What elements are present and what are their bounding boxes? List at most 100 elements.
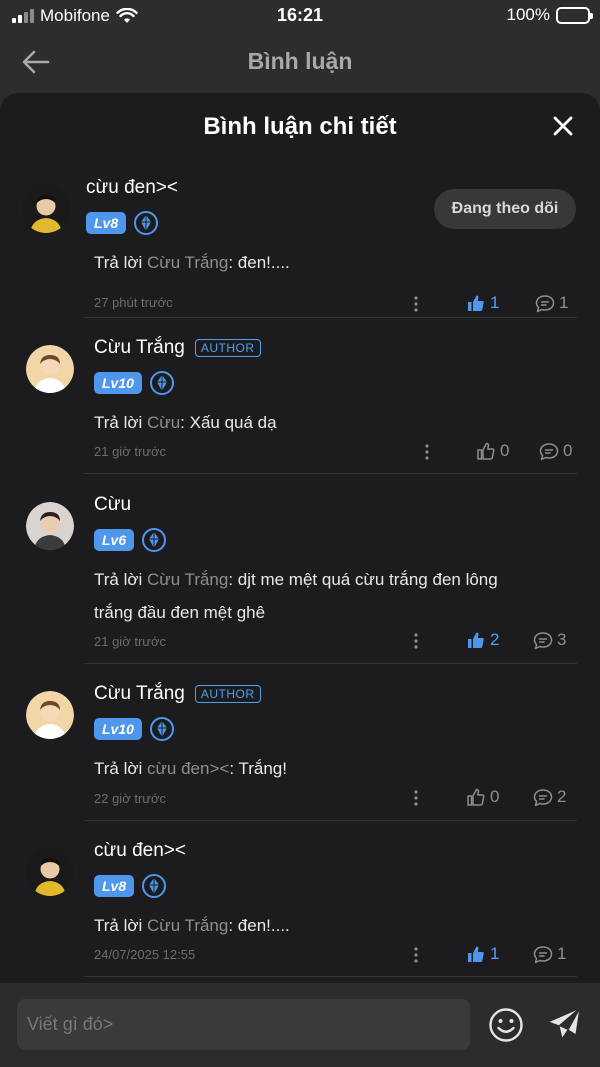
gem-icon: [142, 874, 167, 898]
avatar-image: [26, 691, 74, 739]
reply-prefix: Trả lời: [94, 570, 148, 589]
more-icon[interactable]: [413, 947, 419, 963]
divider: [84, 317, 577, 318]
reply-count: 1: [559, 293, 569, 312]
mention-link[interactable]: Cừu Trắng: [147, 570, 228, 589]
name-row: Cừu: [94, 494, 131, 516]
comment-time: 21 giờ trước: [94, 634, 166, 649]
commenter-name[interactable]: Cừu Trắng: [94, 683, 185, 705]
level-badge: Lv8: [86, 212, 127, 234]
commenter-name[interactable]: cừu đen><: [94, 840, 186, 862]
reply-button[interactable]: 2: [533, 787, 566, 807]
comment-bubble-icon: [533, 788, 553, 806]
commenter-name[interactable]: Cừu Trắng: [94, 337, 185, 359]
commenter-name[interactable]: Cừu: [94, 494, 131, 516]
avatar[interactable]: [22, 185, 70, 233]
level-badges: Lv8: [86, 211, 159, 235]
level-badge: Lv10: [94, 372, 142, 394]
like-count: 1: [490, 944, 500, 963]
reply-prefix: Trả lời: [94, 413, 148, 432]
page-title: Bình luận: [247, 48, 353, 74]
more-icon[interactable]: [413, 790, 419, 806]
avatar[interactable]: [26, 345, 74, 393]
level-badges: Lv8: [94, 874, 167, 898]
reply-button[interactable]: 1: [533, 944, 566, 964]
mention-link[interactable]: Cừu: [147, 413, 180, 432]
comment-text: Trả lời cừu đen><: Trắng!: [94, 752, 287, 785]
like-count: 1: [490, 293, 500, 312]
comment-bubble-icon: [533, 945, 553, 963]
comment-time: 24/07/2025 12:55: [94, 947, 196, 962]
mention-link[interactable]: Cừu Trắng: [147, 916, 228, 935]
comment-input[interactable]: Viết gì đó>: [17, 999, 470, 1050]
like-button[interactable]: 1: [466, 944, 499, 964]
author-badge: AUTHOR: [194, 685, 261, 703]
level-badge: Lv6: [94, 529, 135, 551]
like-count: 0: [490, 787, 500, 806]
commenter-name[interactable]: cừu đen><: [86, 177, 178, 199]
divider: [84, 820, 577, 821]
battery-icon: [556, 6, 593, 24]
comment-body-line: : đen!....: [228, 916, 290, 935]
reply-count: 0: [563, 441, 573, 460]
reply-button[interactable]: 3: [533, 630, 566, 650]
level-badges: Lv6: [94, 528, 167, 552]
level-badge: Lv8: [94, 875, 135, 897]
avatar[interactable]: [26, 848, 74, 896]
comment-body-line: : Trắng!: [229, 759, 287, 778]
avatar[interactable]: [26, 502, 74, 550]
like-button[interactable]: 2: [466, 630, 499, 650]
avatar-image: [22, 185, 70, 233]
mention-link[interactable]: Cừu Trắng: [147, 253, 228, 272]
thumb-up-icon: [468, 946, 484, 962]
avatar-image: [26, 848, 74, 896]
comment-time: 21 giờ trước: [94, 444, 166, 459]
thumb-up-icon: [467, 788, 485, 806]
gem-icon: [142, 528, 167, 552]
more-icon[interactable]: [413, 296, 419, 312]
like-button[interactable]: 1: [466, 293, 499, 313]
reply-button[interactable]: 1: [535, 293, 568, 313]
reply-prefix: Trả lời: [94, 253, 148, 272]
avatar[interactable]: [26, 691, 74, 739]
emoji-icon[interactable]: [488, 1007, 524, 1043]
level-badges: Lv10: [94, 371, 174, 395]
comment-text: Trả lời Cừu Trắng: đen!....: [94, 246, 290, 279]
comment-bubble-icon: [539, 442, 559, 460]
reply-prefix: Trả lời: [94, 916, 148, 935]
send-icon[interactable]: [546, 1005, 582, 1043]
gem-icon: [149, 371, 174, 395]
mention-link[interactable]: cừu đen><: [147, 759, 229, 778]
divider: [84, 473, 577, 474]
comment-body-line: trắng đầu đen mệt ghê: [94, 603, 266, 622]
gem-icon: [134, 211, 159, 235]
thumb-up-icon: [468, 632, 484, 648]
comment-time: 27 phút trước: [94, 295, 173, 310]
follow-button[interactable]: Đang theo dõi: [434, 189, 576, 229]
comment-detail-sheet: Bình luận chi tiết Đang theo dõi cừu đen…: [0, 93, 600, 1067]
comment-input-bar: Viết gì đó>: [0, 983, 600, 1067]
thumb-up-icon: [468, 295, 484, 311]
reply-count: 2: [557, 787, 567, 806]
reply-button[interactable]: 0: [539, 441, 572, 461]
name-row: Cừu Trắng AUTHOR: [94, 683, 261, 705]
level-badge: Lv10: [94, 718, 142, 740]
like-button[interactable]: 0: [476, 441, 509, 461]
close-icon[interactable]: [550, 113, 576, 139]
divider: [84, 663, 577, 664]
like-button[interactable]: 0: [466, 787, 499, 807]
divider: [84, 976, 577, 977]
comment-time: 22 giờ trước: [94, 791, 166, 806]
more-icon[interactable]: [413, 633, 419, 649]
comment-text: Trả lời Cừu Trắng: djt me mệt quá cừu tr…: [94, 563, 498, 629]
comment-bubble-icon: [535, 294, 555, 312]
avatar-image: [26, 502, 74, 550]
thumb-up-icon: [477, 442, 495, 460]
name-row: cừu đen><: [86, 177, 178, 199]
name-row: cừu đen><: [94, 840, 186, 862]
comment-body-line: : djt me mệt quá cừu trắng đen lông: [228, 570, 498, 589]
gem-icon: [149, 717, 174, 741]
name-row: Cừu Trắng AUTHOR: [94, 337, 261, 359]
more-icon[interactable]: [424, 444, 430, 460]
battery-percent: 100%: [506, 5, 550, 24]
